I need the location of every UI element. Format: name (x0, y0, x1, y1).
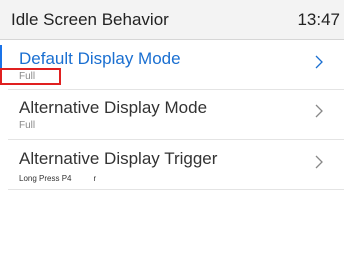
trigger-value-extra: r (93, 174, 97, 183)
clock: 13:47 (297, 10, 340, 29)
highlight-annotation-box (0, 68, 61, 85)
header-bar: Idle Screen Behavior 13:47 (0, 0, 344, 40)
chevron-right-icon (314, 102, 324, 120)
menu-item-alternative-display-mode[interactable]: Alternative Display Mode Full (0, 90, 344, 137)
menu-item-alternative-display-trigger[interactable]: Alternative Display Trigger Long Press P… (0, 141, 344, 188)
trigger-value-text: Long Press P4 (19, 174, 72, 183)
menu-item-label: Default Display Mode (19, 49, 181, 68)
chevron-right-icon (314, 153, 324, 171)
divider (8, 139, 344, 140)
menu-item-label: Alternative Display Mode (19, 98, 208, 117)
page-title: Idle Screen Behavior (11, 10, 169, 29)
menu-item-value: Long Press P4 r (19, 174, 96, 183)
menu-item-label: Alternative Display Trigger (19, 149, 218, 168)
divider (8, 189, 344, 190)
chevron-right-icon (314, 53, 324, 71)
menu-item-value: Full (19, 120, 36, 131)
